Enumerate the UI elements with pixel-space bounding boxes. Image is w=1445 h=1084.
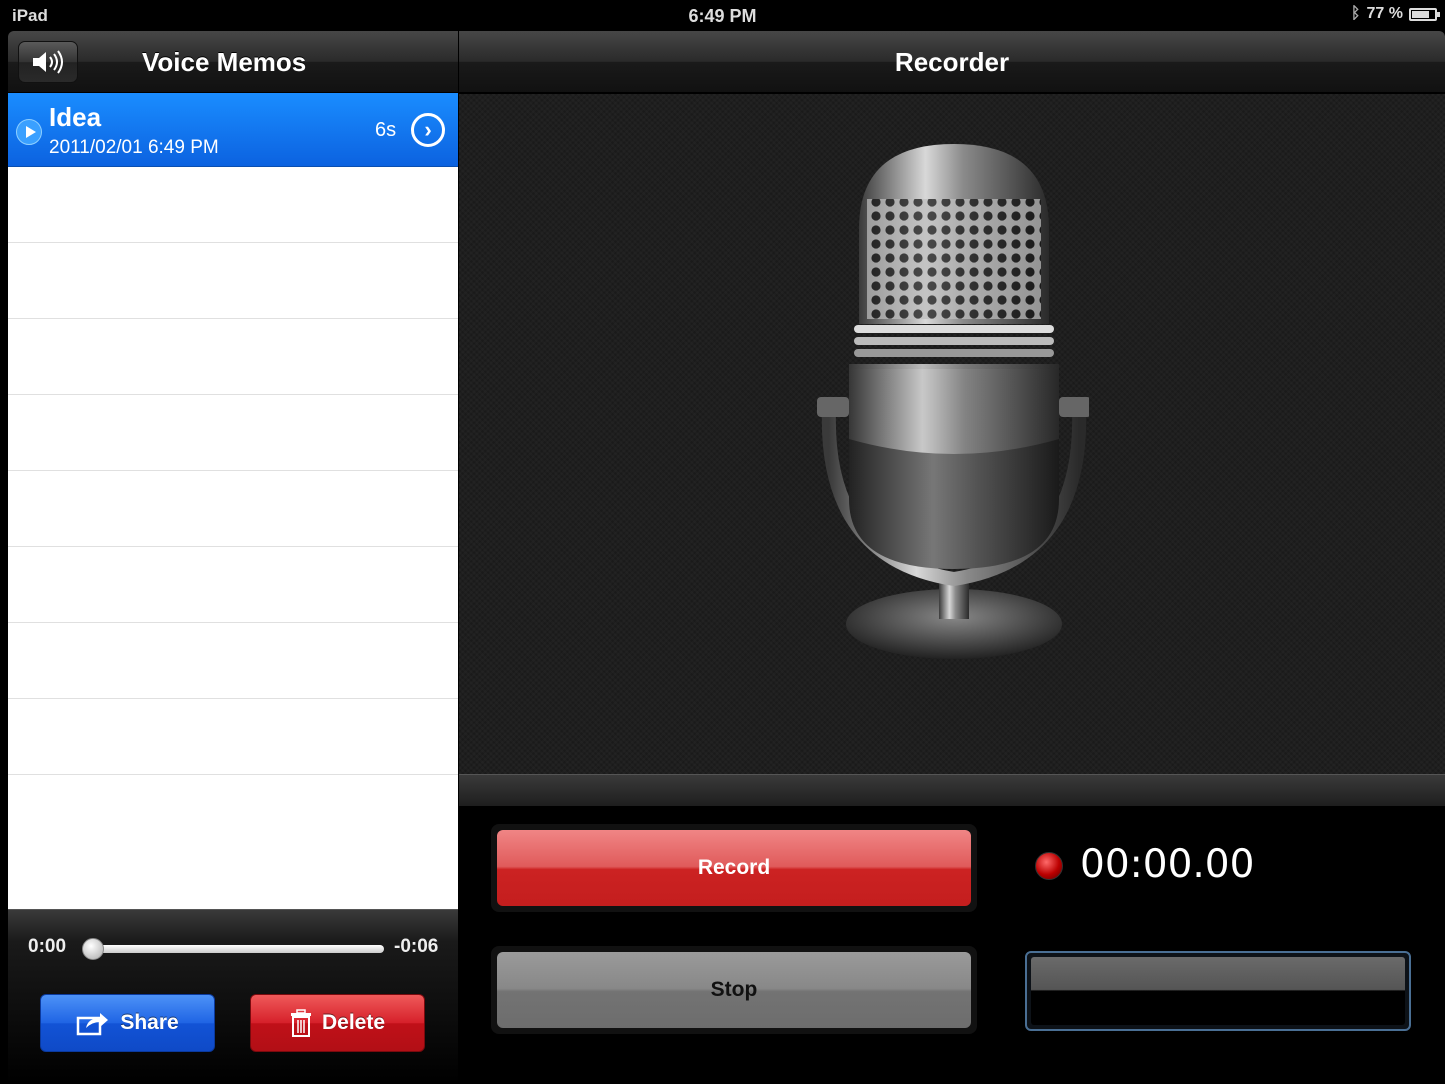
record-led-icon (1035, 852, 1063, 880)
disclosure-chevron-icon[interactable]: › (411, 113, 445, 147)
list-item (8, 547, 458, 623)
remaining-time: -0:06 (394, 936, 439, 957)
play-icon[interactable] (16, 119, 42, 145)
memo-list: Idea 2011/02/01 6:49 PM 6s › (8, 93, 458, 909)
battery-icon (1409, 7, 1440, 21)
speaker-button[interactable] (18, 41, 78, 83)
list-item (8, 699, 458, 775)
list-item (8, 775, 458, 851)
record-button[interactable]: Record (491, 824, 977, 912)
memo-name: Idea (49, 102, 102, 132)
bluetooth-icon: ᛒ (1350, 5, 1361, 22)
elapsed-time: 0:00 (28, 936, 67, 957)
delete-label: Delete (321, 1011, 386, 1034)
recorder-title: Recorder (894, 47, 1010, 77)
trash-icon (290, 1009, 311, 1037)
list-item (8, 395, 458, 471)
delete-button[interactable]: Delete (250, 994, 425, 1052)
playback-controls: 0:00 -0:06 Share Delete (8, 909, 458, 1084)
battery-fill (1412, 10, 1429, 18)
memo-row-selected[interactable]: Idea 2011/02/01 6:49 PM 6s › (8, 93, 458, 167)
record-label: Record (497, 830, 971, 906)
recorder-controls: Record Stop 00:00.00 (459, 806, 1445, 1084)
list-item (8, 623, 458, 699)
level-meter-display (1031, 957, 1405, 1025)
scrubber-knob[interactable] (82, 938, 104, 960)
level-meter (1025, 951, 1411, 1031)
stop-label: Stop (497, 952, 971, 1028)
list-item (8, 167, 458, 243)
share-label: Share (120, 1011, 179, 1034)
memo-duration: 6s (375, 119, 397, 141)
list-item (8, 243, 458, 319)
status-time: 6:49 PM (688, 6, 757, 26)
recording-timer: 00:00.00 (1080, 842, 1255, 887)
stop-button[interactable]: Stop (491, 946, 977, 1034)
list-item (8, 319, 458, 395)
share-icon (77, 1013, 109, 1036)
playback-scrubber[interactable] (82, 938, 384, 960)
battery-percent: 77 % (1366, 5, 1403, 22)
memo-nav-bar: Voice Memos (8, 31, 458, 93)
microphone-illustration (817, 144, 1089, 659)
status-right: ᛒ 77 % (1350, 5, 1440, 23)
memo-panel: Voice Memos Idea 2011/02/01 6:49 PM 6s ›… (8, 31, 458, 1084)
memo-list-title: Voice Memos (142, 47, 307, 77)
speaker-icon (33, 50, 63, 74)
share-button[interactable]: Share (40, 994, 215, 1052)
memo-date: 2011/02/01 6:49 PM (49, 137, 219, 158)
microphone-stage (459, 94, 1445, 774)
status-bar: iPad 6:49 PM ᛒ 77 % (0, 0, 1445, 31)
stage-shelf (459, 774, 1445, 806)
list-item (8, 471, 458, 547)
recorder-nav-bar: Recorder (459, 31, 1445, 93)
